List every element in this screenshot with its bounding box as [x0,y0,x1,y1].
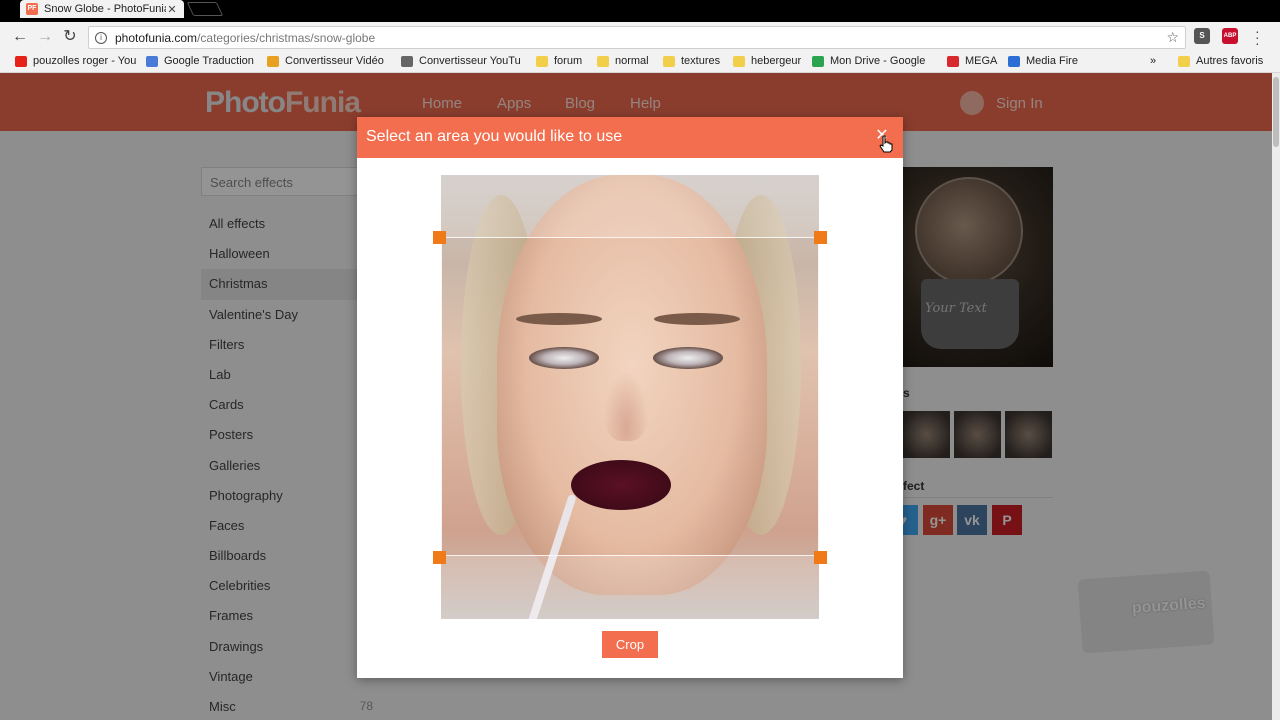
bookmark-item[interactable]: pouzolles roger - You [15,55,136,67]
bookmark-item[interactable]: textures [663,55,720,67]
youtube-icon [15,55,27,67]
browser-tab[interactable]: PF Snow Globe - PhotoFunia ✕ [20,0,184,18]
crop-selection-box[interactable] [441,237,819,556]
address-bar[interactable]: i photofunia.com/categories/christmas/sn… [88,26,1186,49]
bookmark-item[interactable]: hebergeur [733,55,801,67]
crop-shade-top [441,175,819,237]
bookmark-star-icon[interactable]: ☆ [1166,29,1179,46]
mediafire-icon [1008,55,1020,67]
bookmark-item[interactable]: Google Traduction [146,55,254,67]
bookmark-item[interactable]: MEGA [947,55,997,67]
photofunia-favicon-icon: PF [26,3,38,15]
browser-toolbar: ← → ↻ i photofunia.com/categories/christ… [0,22,1280,52]
bookmark-label: Convertisseur Vidéo [285,55,384,67]
bookmark-label: Convertisseur YouTu [419,55,521,67]
crop-shade-bottom [441,556,819,619]
bookmark-label: normal [615,55,649,67]
bookmark-item[interactable]: forum [536,55,582,67]
forward-arrow-icon[interactable]: → [35,27,55,47]
bookmark-label: Media Fire [1026,55,1078,67]
bookmark-item[interactable]: Convertisseur YouTu [401,55,521,67]
bookmark-label: MEGA [965,55,998,67]
new-tab-button[interactable] [186,2,224,16]
converter2-icon [401,55,413,67]
info-icon[interactable]: i [95,31,107,44]
folder-icon [597,55,609,67]
back-arrow-icon[interactable]: ← [10,27,30,47]
other-bookmarks-folder[interactable]: Autres favoris [1178,55,1263,67]
dialog-title: Select an area you would like to use [366,128,623,145]
crop-handle-top-right[interactable] [814,231,827,244]
crop-handle-bottom-right[interactable] [814,551,827,564]
bookmark-label: forum [554,55,583,67]
drive-icon [812,55,824,67]
bookmark-label: pouzolles roger - You [33,55,137,67]
bookmarks-overflow-icon[interactable]: » [1150,55,1156,67]
reload-icon[interactable]: ↻ [60,27,80,47]
browser-menu-icon[interactable]: · · · [1255,24,1260,50]
scrollbar-thumb[interactable] [1273,77,1279,147]
converter-icon [267,55,279,67]
bookmark-item[interactable]: Media Fire [1008,55,1078,67]
crop-dialog: Select an area you would like to use ✕ C… [357,117,903,678]
folder-icon [536,55,548,67]
bookmark-label: textures [681,55,721,67]
tab-bar: PF Snow Globe - PhotoFunia ✕ [0,0,1280,22]
adblock-plus-icon[interactable]: ABP [1222,28,1238,44]
bookmark-item[interactable]: Convertisseur Vidéo [267,55,384,67]
crop-handle-bottom-left[interactable] [433,551,446,564]
folder-icon [1178,55,1190,67]
folder-icon [663,55,675,67]
url-path: /categories/christmas/snow-globe [197,30,376,45]
other-bookmarks-label: Autres favoris [1196,55,1264,67]
crop-handle-top-left[interactable] [433,231,446,244]
url-host: photofunia.com [115,30,198,45]
hand-cursor-icon [879,135,893,153]
bookmark-label: Google Traduction [164,55,254,67]
bookmark-label: hebergeur [751,55,802,67]
mega-icon [947,55,959,67]
bookmark-item[interactable]: normal [597,55,649,67]
dialog-header: Select an area you would like to use ✕ [357,117,903,158]
tab-close-icon[interactable]: ✕ [166,3,178,16]
page-scrollbar[interactable] [1272,73,1280,720]
crop-button[interactable]: Crop [602,631,658,658]
extension-s-icon[interactable]: S [1194,28,1210,44]
bookmark-item[interactable]: Mon Drive - Google [812,55,925,67]
folder-icon [733,55,745,67]
translate-icon [146,55,158,67]
bookmark-label: Mon Drive - Google [830,55,926,67]
bookmarks-bar: pouzolles roger - You Google Traduction Co… [0,52,1280,73]
tab-title: Snow Globe - PhotoFunia [44,3,166,15]
